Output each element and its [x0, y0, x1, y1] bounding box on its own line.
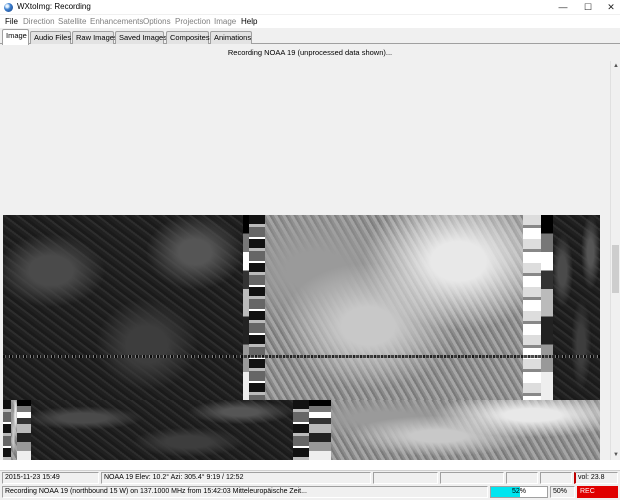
status-bar-info: 2015-11-23 15:49 NOAA 19 Elev: 10.2° Azi… [0, 470, 620, 484]
rec-indicator: REC [577, 486, 618, 498]
image-viewport[interactable] [0, 61, 611, 460]
sync-marker-d [293, 400, 309, 460]
tab-composites[interactable]: Composites [166, 31, 210, 44]
channel-a-image-repeat [553, 215, 600, 400]
channel-b-image [265, 215, 523, 400]
empty-field-4 [540, 472, 572, 484]
menu-options[interactable]: Options [143, 17, 171, 26]
signal-level-field: 50% [550, 486, 575, 498]
menu-image[interactable]: Image [214, 17, 236, 26]
satellite-image-strip-top [3, 215, 600, 400]
scroll-up-arrow-icon[interactable]: ▲ [611, 61, 620, 71]
satellite-image-strip-bottom [3, 400, 600, 460]
telemetry-wedge-c [17, 400, 31, 460]
menu-projection[interactable]: Projection [175, 17, 211, 26]
channel-a-image [3, 215, 243, 400]
empty-field-3 [506, 472, 538, 484]
menu-file[interactable]: File [5, 17, 18, 26]
tab-animations[interactable]: Animations [210, 31, 252, 44]
satellite-info-field: NOAA 19 Elev: 10.2° Azi: 305.4° 9:19 / 1… [101, 472, 371, 484]
window-title: WXtoImg: Recording [17, 2, 91, 11]
sync-marker-b [523, 215, 541, 400]
tab-raw-images[interactable]: Raw Images [72, 31, 118, 44]
menu-bar: File Direction Satellite Enhancements Op… [0, 15, 620, 28]
scroll-down-arrow-icon[interactable]: ▼ [611, 450, 620, 460]
vertical-scrollbar[interactable]: ▲ ▼ [610, 61, 620, 460]
tab-audio-files[interactable]: Audio Files [30, 31, 71, 44]
empty-field-2 [440, 472, 504, 484]
wxtoimg-globe-icon [4, 3, 13, 12]
recording-status-message: Recording NOAA 19 (unprocessed data show… [0, 44, 620, 61]
sync-marker-a [249, 215, 265, 400]
menu-help[interactable]: Help [241, 17, 257, 26]
tab-image[interactable]: Image [2, 29, 29, 45]
menu-direction[interactable]: Direction [23, 17, 55, 26]
channel-a-image-lower [31, 400, 293, 460]
channel-b-image-lower [331, 400, 600, 460]
scroll-thumb[interactable] [612, 245, 619, 293]
close-button[interactable]: ✕ [598, 0, 620, 15]
minimize-button[interactable]: — [550, 0, 576, 15]
tab-bar: Image Audio Files Raw Images Saved Image… [0, 28, 620, 45]
menu-satellite[interactable]: Satellite [58, 17, 86, 26]
tab-saved-images[interactable]: Saved Images [115, 31, 167, 44]
recording-info-field: Recording NOAA 19 (northbound 15 W) on 1… [2, 486, 488, 498]
menu-enhancements[interactable]: Enhancements [90, 17, 143, 26]
volume-field: vol: 23.8 [574, 472, 618, 484]
status-bar-recording: Recording NOAA 19 (northbound 15 W) on 1… [0, 484, 620, 500]
datetime-field: 2015-11-23 15:49 [2, 472, 99, 484]
recording-progress-bar: 52% [490, 486, 548, 498]
title-bar: WXtoImg: Recording — ☐ ✕ [0, 0, 620, 15]
empty-field-1 [373, 472, 438, 484]
noise-band [3, 355, 600, 358]
sync-marker-c [3, 400, 11, 460]
progress-label: 52% [511, 488, 526, 495]
telemetry-wedge-b [541, 215, 553, 400]
telemetry-wedge-d [309, 400, 331, 460]
